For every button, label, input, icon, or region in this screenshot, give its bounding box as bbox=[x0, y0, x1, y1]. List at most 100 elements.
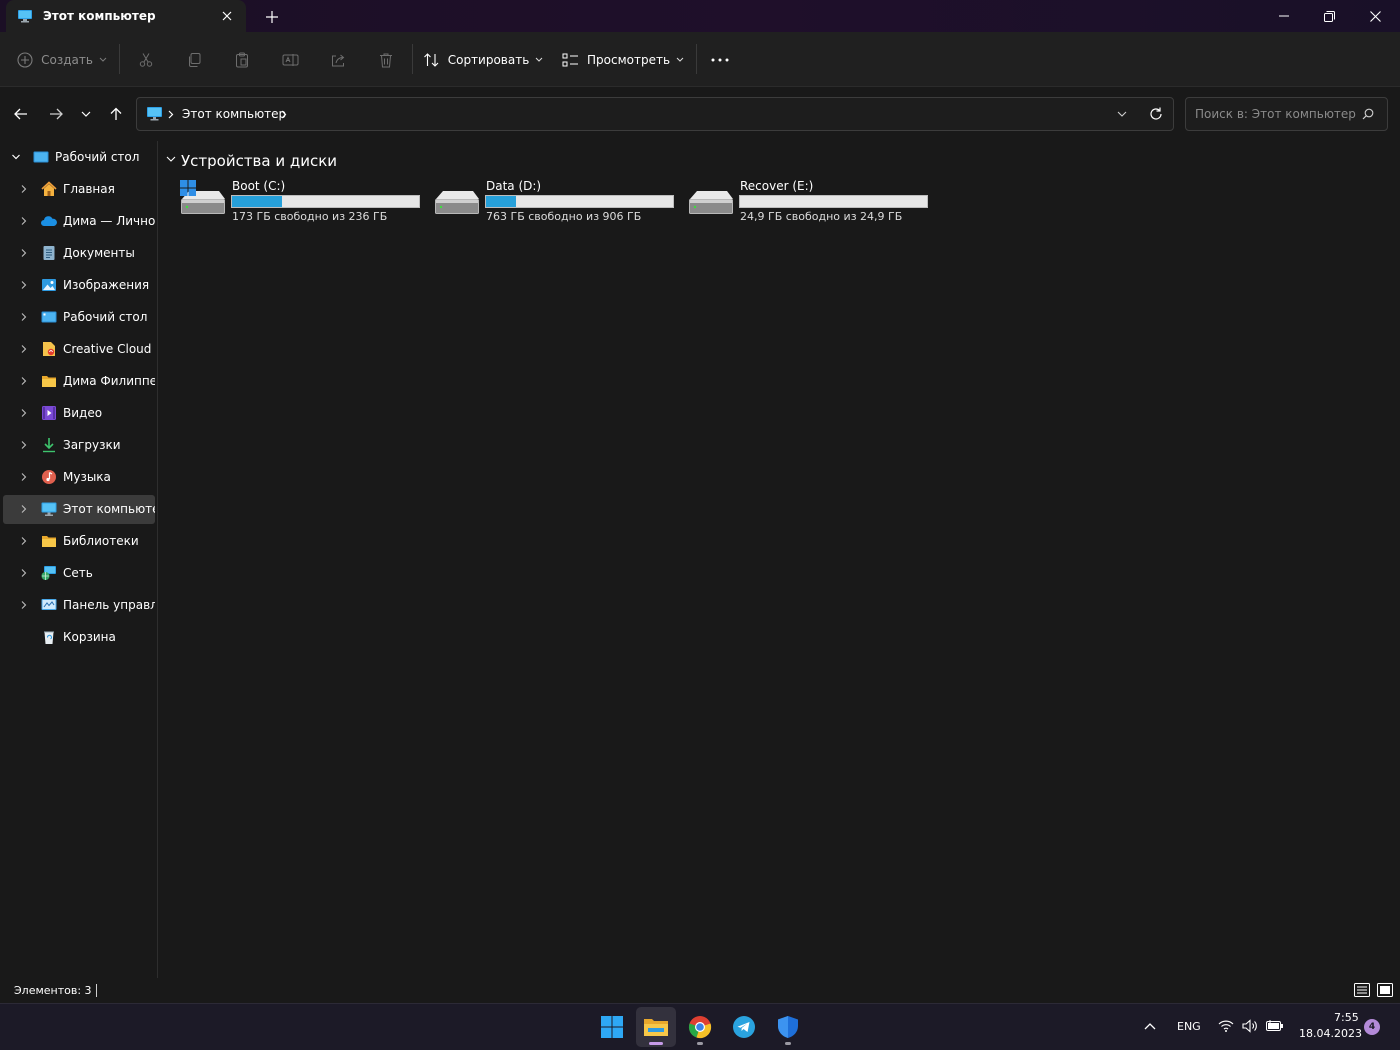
chevron-right-icon[interactable] bbox=[19, 184, 29, 194]
close-tab-icon[interactable] bbox=[218, 7, 236, 25]
chrome-icon[interactable] bbox=[680, 1007, 720, 1047]
notification-badge[interactable]: 4 bbox=[1364, 1019, 1380, 1035]
windows-drive-icon bbox=[179, 179, 227, 219]
sidebar-item-network[interactable]: Сеть bbox=[3, 559, 155, 588]
sidebar-item-libraries[interactable]: Библиотеки bbox=[3, 527, 155, 556]
volume-icon[interactable] bbox=[1242, 1019, 1259, 1033]
clock-date[interactable]: 18.04.2023 bbox=[1299, 1027, 1362, 1040]
details-view-icon[interactable] bbox=[1354, 982, 1370, 998]
title-bar: Этот компьютер bbox=[0, 0, 1400, 32]
recent-locations-chevron-icon[interactable] bbox=[74, 103, 98, 125]
sidebar-item-recycle-bin[interactable]: Корзина bbox=[3, 623, 155, 652]
chevron-right-icon[interactable] bbox=[19, 280, 29, 290]
rename-icon[interactable] bbox=[278, 32, 302, 87]
close-icon[interactable] bbox=[1352, 0, 1398, 32]
sidebar-item-pictures[interactable]: Изображения bbox=[3, 271, 155, 300]
back-icon[interactable] bbox=[9, 103, 33, 125]
sidebar-item-documents[interactable]: Документы bbox=[3, 239, 155, 268]
sidebar-item-this-pc[interactable]: Этот компьютер bbox=[3, 495, 155, 524]
drive-tile-c[interactable]: Boot (C:) 173 ГБ свободно из 236 ГБ bbox=[179, 179, 429, 229]
sidebar-item-music[interactable]: Музыка bbox=[3, 463, 155, 492]
forward-icon[interactable] bbox=[44, 103, 68, 125]
refresh-icon[interactable] bbox=[1149, 107, 1163, 121]
chevron-right-icon[interactable] bbox=[19, 312, 29, 322]
minimize-icon[interactable] bbox=[1261, 0, 1307, 32]
chevron-right-icon[interactable] bbox=[19, 568, 29, 578]
delete-icon[interactable] bbox=[374, 32, 398, 87]
battery-icon[interactable] bbox=[1266, 1020, 1284, 1032]
toolbar-divider bbox=[119, 44, 120, 74]
drive-name: Recover (E:) bbox=[740, 179, 814, 193]
tiles-view-icon[interactable] bbox=[1377, 982, 1393, 998]
sidebar-item-control-panel[interactable]: Панель управления bbox=[3, 591, 155, 620]
sort-button[interactable]: Сортировать bbox=[423, 32, 543, 87]
sidebar-item-home[interactable]: Главная bbox=[3, 175, 155, 204]
view-list-icon bbox=[562, 53, 579, 67]
plus-circle-icon bbox=[17, 51, 33, 68]
view-label: Просмотреть bbox=[586, 52, 671, 67]
search-input[interactable]: Поиск в: Этот компьютер bbox=[1185, 97, 1388, 131]
chevron-down-icon[interactable] bbox=[166, 156, 176, 162]
breadcrumb-separator-icon[interactable] bbox=[281, 110, 287, 119]
cut-icon[interactable] bbox=[134, 32, 158, 87]
libraries-icon bbox=[41, 533, 57, 549]
downloads-icon bbox=[41, 437, 57, 453]
drive-tile-e[interactable]: Recover (E:) 24,9 ГБ свободно из 24,9 ГБ bbox=[687, 179, 937, 229]
telegram-icon[interactable] bbox=[724, 1007, 764, 1047]
file-explorer-icon[interactable] bbox=[636, 1007, 676, 1047]
search-icon bbox=[1362, 108, 1374, 120]
chevron-right-icon[interactable] bbox=[19, 248, 29, 258]
sidebar-item-onedrive[interactable]: Дима — Личное bbox=[3, 207, 155, 236]
sidebar-item-videos[interactable]: Видео bbox=[3, 399, 155, 428]
sidebar-item-desktop[interactable]: Рабочий стол bbox=[3, 303, 155, 332]
breadcrumb-this-pc[interactable]: Этот компьютер bbox=[182, 107, 286, 121]
breadcrumb-separator-icon[interactable] bbox=[168, 110, 174, 119]
up-icon[interactable] bbox=[104, 103, 128, 125]
drive-name: Boot (C:) bbox=[232, 179, 286, 193]
share-icon[interactable] bbox=[326, 32, 350, 87]
sidebar-item-creative-cloud[interactable]: Creative Cloud Files bbox=[3, 335, 155, 364]
videos-icon bbox=[41, 405, 57, 421]
create-button[interactable]: Создать bbox=[17, 32, 107, 87]
toolbar-divider bbox=[696, 44, 697, 74]
drive-tile-d[interactable]: Data (D:) 763 ГБ свободно из 906 ГБ bbox=[433, 179, 683, 229]
creative-cloud-icon bbox=[41, 341, 57, 357]
copy-icon[interactable] bbox=[182, 32, 206, 87]
navigation-pane: Рабочий стол Главная Дима — Личное Докум… bbox=[0, 141, 158, 978]
chevron-right-icon[interactable] bbox=[19, 344, 29, 354]
chevron-right-icon[interactable] bbox=[19, 216, 29, 226]
sidebar-item-desktop-root[interactable]: Рабочий стол bbox=[3, 143, 155, 172]
wifi-icon[interactable] bbox=[1218, 1019, 1234, 1033]
more-icon[interactable] bbox=[708, 32, 732, 87]
sidebar-item-label: Загрузки bbox=[63, 438, 121, 452]
drive-usage-fill bbox=[232, 196, 282, 207]
chevron-right-icon[interactable] bbox=[19, 600, 29, 610]
defender-icon[interactable] bbox=[768, 1007, 808, 1047]
chevron-right-icon[interactable] bbox=[19, 408, 29, 418]
tab-this-pc[interactable]: Этот компьютер bbox=[6, 0, 246, 32]
plus-icon[interactable] bbox=[262, 7, 282, 27]
windows-start-icon[interactable] bbox=[592, 1007, 632, 1047]
chevron-right-icon[interactable] bbox=[19, 472, 29, 482]
chevron-right-icon[interactable] bbox=[19, 376, 29, 386]
address-bar[interactable]: Этот компьютер bbox=[136, 97, 1174, 131]
maximize-icon[interactable] bbox=[1306, 0, 1352, 32]
chevron-right-icon[interactable] bbox=[19, 536, 29, 546]
sidebar-item-downloads[interactable]: Загрузки bbox=[3, 431, 155, 460]
language-indicator[interactable]: ENG bbox=[1177, 1020, 1201, 1033]
group-header[interactable]: Устройства и диски bbox=[181, 152, 337, 170]
chevron-down-icon[interactable] bbox=[11, 152, 21, 162]
chevron-right-icon[interactable] bbox=[19, 440, 29, 450]
chevron-right-icon[interactable] bbox=[19, 504, 29, 514]
sidebar-item-user-folder[interactable]: Дима Филиппенко bbox=[3, 367, 155, 396]
address-history-chevron-icon[interactable] bbox=[1117, 111, 1127, 117]
sidebar-item-label: Документы bbox=[63, 246, 135, 260]
paste-icon[interactable] bbox=[230, 32, 254, 87]
sidebar-item-label: Главная bbox=[63, 182, 115, 196]
view-button[interactable]: Просмотреть bbox=[562, 32, 684, 87]
sidebar-item-label: Изображения bbox=[63, 278, 150, 292]
network-icon bbox=[41, 565, 57, 581]
chevron-down-icon bbox=[99, 57, 107, 62]
clock-time[interactable]: 7:55 bbox=[1334, 1011, 1359, 1024]
chevron-up-icon[interactable] bbox=[1144, 1022, 1156, 1030]
